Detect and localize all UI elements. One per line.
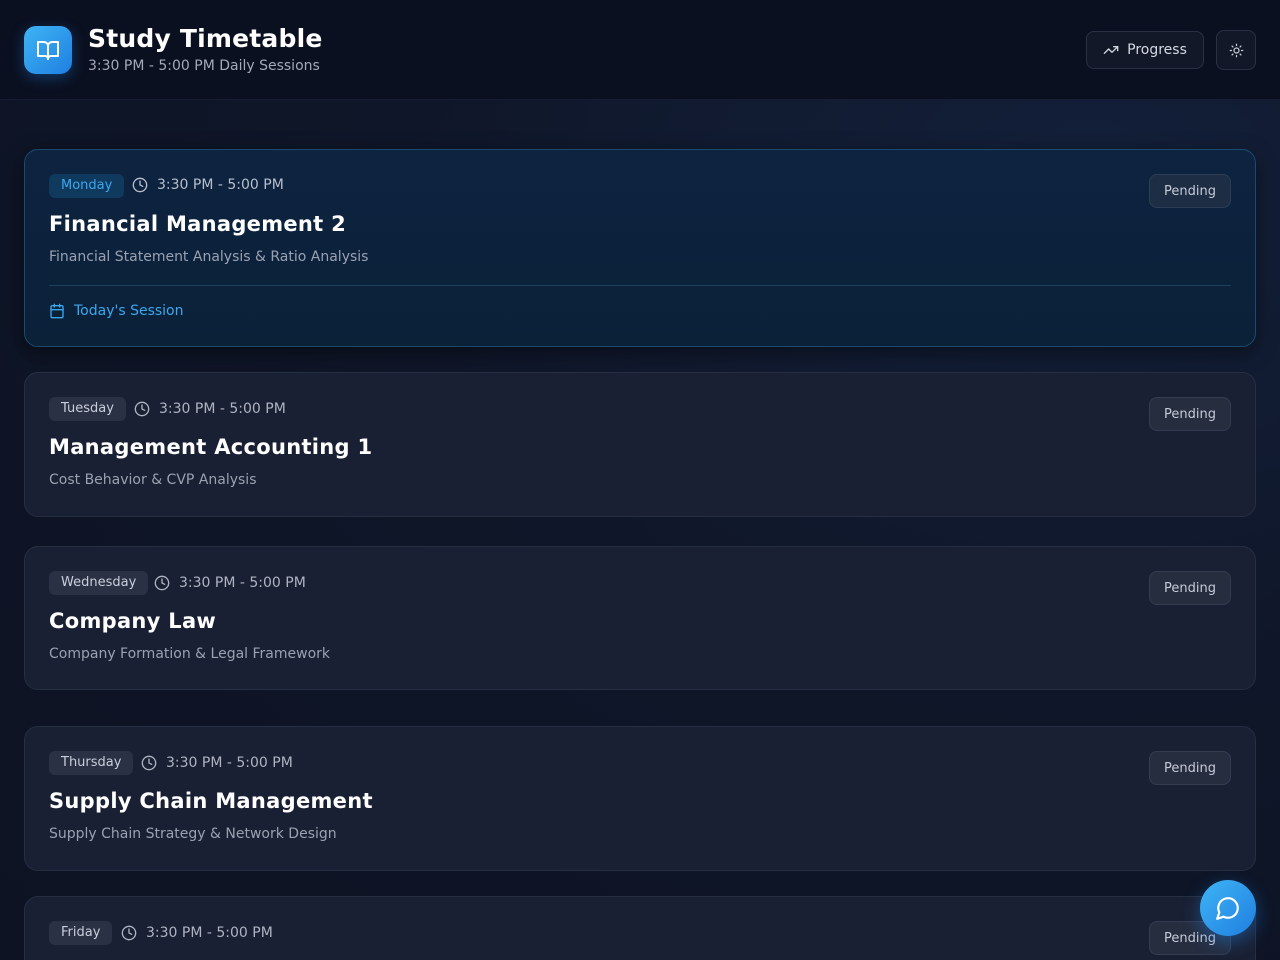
day-badge: Tuesday <box>49 397 126 421</box>
topic-text: Cost Behavior & CVP Analysis <box>49 472 257 488</box>
subject-title: Management Accounting 1 <box>49 435 373 459</box>
subject-title: Financial Management 2 <box>49 212 347 236</box>
session-card-wednesday[interactable]: Wednesday 3:30 PM - 5:00 PM Company Law … <box>24 546 1256 690</box>
session-card-friday[interactable]: Friday 3:30 PM - 5:00 PM Pending <box>24 896 1256 960</box>
app-header: Study Timetable 3:30 PM - 5:00 PM Daily … <box>0 0 1280 100</box>
topic-text: Company Formation & Legal Framework <box>49 646 331 662</box>
message-circle-icon <box>1216 897 1239 920</box>
status-badge[interactable]: Pending <box>1149 571 1231 605</box>
calendar-icon <box>50 303 64 319</box>
clock-icon <box>121 925 137 941</box>
session-card-tuesday[interactable]: Tuesday 3:30 PM - 5:00 PM Management Acc… <box>24 372 1256 517</box>
progress-button[interactable]: Progress <box>1086 31 1204 69</box>
sun-icon <box>1229 43 1243 57</box>
status-badge[interactable]: Pending <box>1149 751 1231 785</box>
trending-up-icon <box>1103 46 1119 54</box>
theme-toggle-button[interactable] <box>1216 30 1256 70</box>
session-time: 3:30 PM - 5:00 PM <box>134 401 286 417</box>
day-badge: Wednesday <box>49 571 149 595</box>
session-card-thursday[interactable]: Thursday 3:30 PM - 5:00 PM Supply Chain … <box>24 726 1256 871</box>
session-time: 3:30 PM - 5:00 PM <box>132 177 284 193</box>
subject-title: Supply Chain Management <box>49 789 373 813</box>
day-badge: Thursday <box>49 751 134 775</box>
card-divider <box>49 285 1231 286</box>
today-session-indicator: Today's Session <box>49 303 184 319</box>
book-open-icon <box>24 26 72 74</box>
session-time: 3:30 PM - 5:00 PM <box>141 755 293 771</box>
status-badge[interactable]: Pending <box>1149 174 1231 208</box>
session-time-label: 3:30 PM - 5:00 PM <box>146 925 273 941</box>
session-card-monday[interactable]: Monday 3:30 PM - 5:00 PM Financial Manag… <box>24 149 1256 347</box>
page-subtitle: 3:30 PM - 5:00 PM Daily Sessions <box>88 58 320 74</box>
topic-text: Supply Chain Strategy & Network Design <box>49 826 337 842</box>
session-time-label: 3:30 PM - 5:00 PM <box>157 177 284 193</box>
page-title: Study Timetable <box>88 24 323 53</box>
progress-button-label: Progress <box>1127 42 1187 58</box>
today-session-label: Today's Session <box>74 303 184 319</box>
clock-icon <box>132 177 148 193</box>
clock-icon <box>141 755 157 771</box>
subject-title: Company Law <box>49 609 217 633</box>
day-badge: Monday <box>49 174 125 198</box>
session-time-label: 3:30 PM - 5:00 PM <box>179 575 306 591</box>
session-time-label: 3:30 PM - 5:00 PM <box>159 401 286 417</box>
clock-icon <box>154 575 170 591</box>
topic-text: Financial Statement Analysis & Ratio Ana… <box>49 249 369 265</box>
day-badge: Friday <box>49 921 113 945</box>
chat-button[interactable] <box>1200 880 1256 936</box>
status-badge[interactable]: Pending <box>1149 397 1231 431</box>
session-time-label: 3:30 PM - 5:00 PM <box>166 755 293 771</box>
clock-icon <box>134 401 150 417</box>
session-time: 3:30 PM - 5:00 PM <box>121 925 273 941</box>
session-time: 3:30 PM - 5:00 PM <box>154 575 306 591</box>
